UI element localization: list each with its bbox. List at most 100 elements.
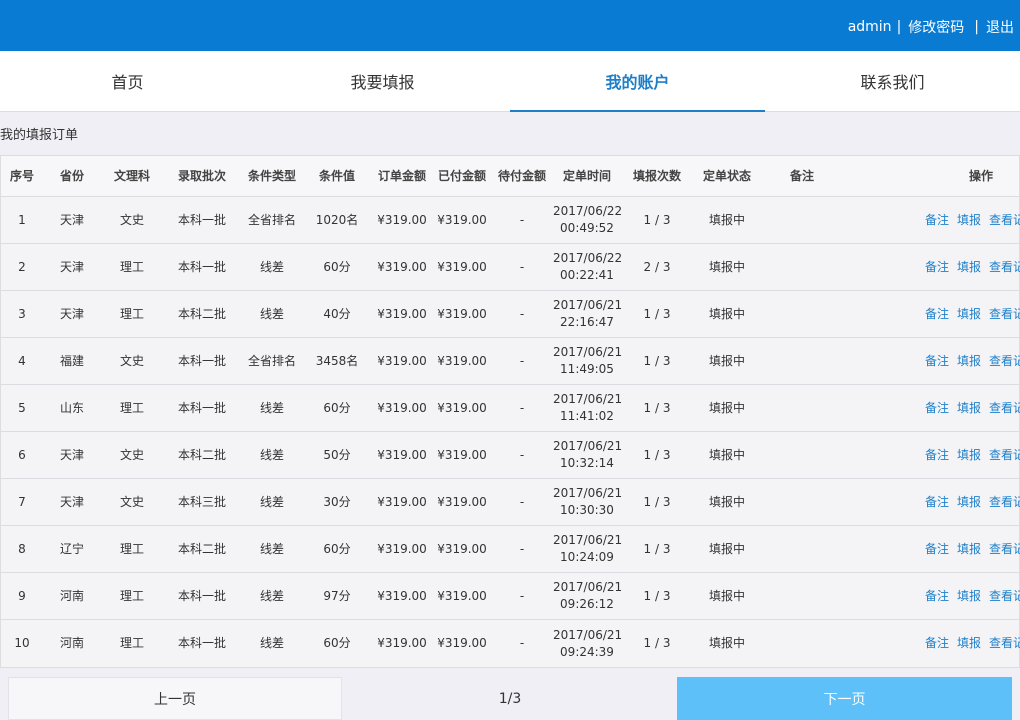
note-link[interactable]: 备注 xyxy=(925,353,949,370)
col-count-cell: 1 / 3 xyxy=(643,494,671,509)
table-row: 6 天津 文史 本科二批 线差 50分 ¥319.00 ¥319.00 - 2017/06/21 1… xyxy=(1,432,1020,479)
separator: | xyxy=(896,19,902,35)
note-link[interactable]: 备注 xyxy=(925,212,949,229)
col-order-amount-cell: ¥319.00 xyxy=(377,306,427,321)
note-link[interactable]: 备注 xyxy=(925,635,949,652)
col-status-cell: 填报中 xyxy=(708,259,745,274)
fill-link[interactable]: 填报 xyxy=(957,212,981,229)
view-records-link[interactable]: 查看记录 xyxy=(989,353,1020,370)
table-row: 7 天津 文史 本科三批 线差 30分 ¥319.00 ¥319.00 - 2017/06/21 1… xyxy=(1,479,1020,526)
view-records-link[interactable]: 查看记录 xyxy=(989,259,1020,276)
user-menu: admin | 修改密码 | 退出 xyxy=(848,17,1014,37)
row-actions: 备注填报查看记录 xyxy=(843,541,1020,558)
col-province-cell: 天津 xyxy=(59,447,84,462)
fill-link[interactable]: 填报 xyxy=(957,541,981,558)
col-subject-header: 文理科 xyxy=(113,168,150,183)
fill-link[interactable]: 填报 xyxy=(957,635,981,652)
col-due-cell: - xyxy=(519,588,525,603)
order-date: 2017/06/21 xyxy=(553,392,623,406)
col-no-cell: 2 xyxy=(18,259,26,274)
col-time-cell: 2017/06/22 00:49:52 xyxy=(553,203,622,237)
col-order-amount-header: 订单金额 xyxy=(377,168,426,183)
col-count-cell: 1 / 3 xyxy=(643,400,671,415)
col-batch-cell: 本科三批 xyxy=(177,494,226,509)
col-status-cell: 填报中 xyxy=(708,306,745,321)
col-batch-header: 录取批次 xyxy=(177,168,226,183)
col-paid-cell: ¥319.00 xyxy=(437,259,487,274)
change-password-link[interactable]: 修改密码 xyxy=(908,17,964,37)
col-no-cell: 4 xyxy=(18,353,26,368)
fill-link[interactable]: 填报 xyxy=(957,400,981,417)
col-cond-value-cell: 1020名 xyxy=(315,212,359,227)
prev-page-button[interactable]: 上一页 xyxy=(8,677,342,720)
view-records-link[interactable]: 查看记录 xyxy=(989,400,1020,417)
view-records-link[interactable]: 查看记录 xyxy=(989,212,1020,229)
fill-link[interactable]: 填报 xyxy=(957,353,981,370)
col-subject-cell: 理工 xyxy=(119,541,144,556)
col-cond-type-cell: 线差 xyxy=(259,306,284,321)
col-time-cell: 2017/06/21 09:24:39 xyxy=(553,627,622,661)
col-cond-value-cell: 60分 xyxy=(323,259,351,274)
col-status-cell: 填报中 xyxy=(708,494,745,509)
col-order-amount-cell: ¥319.00 xyxy=(377,353,427,368)
view-records-link[interactable]: 查看记录 xyxy=(989,306,1020,323)
order-date: 2017/06/21 xyxy=(553,439,623,453)
table-header: 序号 省份 文理科 录取批次 条件类型 条件值 订单金额 已付金额 待付金额 定单时间 填报次数 定单… xyxy=(1,156,1019,197)
order-date: 2017/06/21 xyxy=(553,580,623,594)
col-count-cell: 1 / 3 xyxy=(643,353,671,368)
note-link[interactable]: 备注 xyxy=(925,447,949,464)
table-row: 8 辽宁 理工 本科二批 线差 60分 ¥319.00 ¥319.00 - 2017/06/21 1… xyxy=(1,526,1020,573)
view-records-link[interactable]: 查看记录 xyxy=(989,635,1020,652)
tab-fill-report[interactable]: 我要填报 xyxy=(255,51,510,111)
view-records-link[interactable]: 查看记录 xyxy=(989,447,1020,464)
note-link[interactable]: 备注 xyxy=(925,494,949,511)
note-link[interactable]: 备注 xyxy=(925,400,949,417)
col-time-cell: 2017/06/22 00:22:41 xyxy=(553,250,622,284)
col-status-cell: 填报中 xyxy=(708,212,745,227)
col-due-cell: - xyxy=(519,494,525,509)
col-paid-cell: ¥319.00 xyxy=(437,212,487,227)
order-time: 11:41:02 xyxy=(560,409,614,423)
fill-link[interactable]: 填报 xyxy=(957,447,981,464)
view-records-link[interactable]: 查看记录 xyxy=(989,588,1020,605)
fill-link[interactable]: 填报 xyxy=(957,494,981,511)
col-no-cell: 9 xyxy=(18,588,26,603)
col-due-cell: - xyxy=(519,541,525,556)
orders-table: 序号 省份 文理科 录取批次 条件类型 条件值 订单金额 已付金额 待付金额 定单时间 填报次数 定单… xyxy=(0,155,1020,668)
col-province-cell: 天津 xyxy=(59,494,84,509)
fill-link[interactable]: 填报 xyxy=(957,588,981,605)
order-date: 2017/06/21 xyxy=(553,345,623,359)
tab-contact-us[interactable]: 联系我们 xyxy=(765,51,1020,111)
view-records-link[interactable]: 查看记录 xyxy=(989,541,1020,558)
tab-my-account[interactable]: 我的账户 xyxy=(510,51,765,112)
col-time-cell: 2017/06/21 09:26:12 xyxy=(553,579,623,613)
col-no-cell: 3 xyxy=(18,306,26,321)
col-time-cell: 2017/06/21 10:30:30 xyxy=(553,485,622,519)
col-paid-cell: ¥319.00 xyxy=(437,353,487,368)
tab-home[interactable]: 首页 xyxy=(0,51,255,111)
col-batch-cell: 本科一批 xyxy=(177,259,226,274)
logout-link[interactable]: 退出 xyxy=(986,17,1014,37)
next-page-button[interactable]: 下一页 xyxy=(677,677,1012,720)
col-province-header: 省份 xyxy=(59,168,84,183)
col-due-cell: - xyxy=(519,306,525,321)
col-cond-type-cell: 线差 xyxy=(259,636,284,650)
col-cond-value-cell: 60分 xyxy=(323,400,351,415)
col-count-cell: 1 / 3 xyxy=(643,541,671,556)
col-ops-header: 操作 xyxy=(968,168,993,183)
note-link[interactable]: 备注 xyxy=(925,588,949,605)
fill-link[interactable]: 填报 xyxy=(957,306,981,323)
col-paid-cell: ¥319.00 xyxy=(437,636,487,650)
table-row: 2 天津 理工 本科一批 线差 60分 ¥319.00 ¥319.00 - 2017/06/22 0… xyxy=(1,244,1020,291)
col-subject-cell: 文史 xyxy=(119,447,144,462)
note-link[interactable]: 备注 xyxy=(925,541,949,558)
order-time: 10:32:14 xyxy=(560,456,614,470)
fill-link[interactable]: 填报 xyxy=(957,259,981,276)
col-no-cell: 10 xyxy=(14,636,30,650)
col-status-cell: 填报中 xyxy=(708,400,745,415)
order-time: 11:49:05 xyxy=(560,362,614,376)
note-link[interactable]: 备注 xyxy=(925,306,949,323)
col-no-cell: 8 xyxy=(18,541,26,556)
note-link[interactable]: 备注 xyxy=(925,259,949,276)
view-records-link[interactable]: 查看记录 xyxy=(989,494,1020,511)
